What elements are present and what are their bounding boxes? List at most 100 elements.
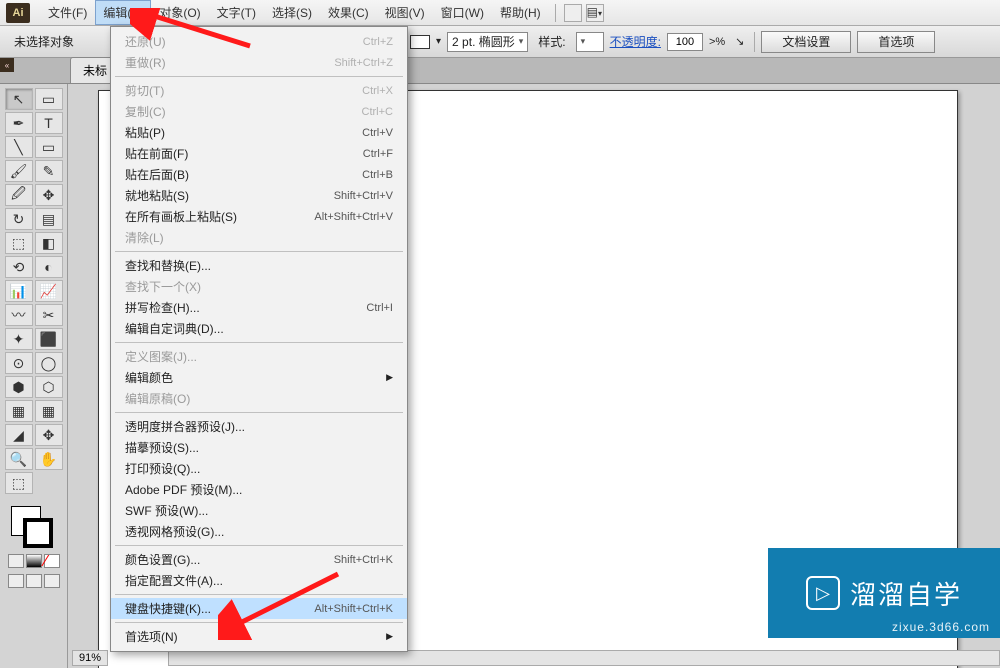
edit-menu-item-24[interactable]: Adobe PDF 预设(M)... — [111, 479, 407, 500]
edit-menu-item-12[interactable]: 查找和替换(E)... — [111, 255, 407, 276]
fill-mode-none[interactable]: ⁄ — [44, 554, 60, 568]
tool-6[interactable]: 🖌 — [5, 160, 33, 182]
menu-separator — [115, 594, 403, 595]
stroke-swatch-box[interactable] — [23, 518, 53, 548]
edit-menu-item-7[interactable]: 贴在后面(B)Ctrl+B — [111, 164, 407, 185]
fill-mode-gradient[interactable] — [26, 554, 42, 568]
menu-item-shortcut: Ctrl+X — [362, 85, 393, 97]
style-dropdown[interactable]: ▾ — [576, 32, 604, 52]
tool-22[interactable]: ⊙ — [5, 352, 33, 374]
menu-view[interactable]: 视图(V) — [377, 0, 433, 25]
horizontal-scrollbar[interactable] — [168, 650, 1000, 666]
toolbox: ↖▭✒T╲▭🖌✎🖉✥↻▤⬚◧⟲◐📊📈〰✂✦⬛⊙◯⬢⬡▦▦◢✥🔍✋⬚ ⁄ — [0, 84, 68, 668]
edit-menu-item-6[interactable]: 贴在前面(F)Ctrl+F — [111, 143, 407, 164]
no-selection-label: 未选择对象 — [10, 31, 78, 52]
tool-14[interactable]: ⟲ — [5, 256, 33, 278]
tool-29[interactable]: ✥ — [35, 424, 63, 446]
fill-mode-color[interactable] — [8, 554, 24, 568]
menu-item-label: 首选项(N) — [125, 628, 178, 645]
tool-5[interactable]: ▭ — [35, 136, 63, 158]
stroke-swatch[interactable] — [410, 35, 430, 49]
menu-separator — [115, 412, 403, 413]
tool-19[interactable]: ✂ — [35, 304, 63, 326]
edit-menu-item-26[interactable]: 透视网格预设(G)... — [111, 521, 407, 542]
document-setup-button[interactable]: 文档设置 — [761, 31, 851, 53]
opacity-unit: >% — [709, 36, 725, 48]
tool-32[interactable]: ⬚ — [5, 472, 33, 494]
menu-item-shortcut: Ctrl+C — [362, 106, 393, 118]
edit-menu-item-28[interactable]: 颜色设置(G)...Shift+Ctrl+K — [111, 549, 407, 570]
tool-31[interactable]: ✋ — [35, 448, 63, 470]
edit-menu-item-14[interactable]: 拼写检查(H)...Ctrl+I — [111, 297, 407, 318]
tool-11[interactable]: ▤ — [35, 208, 63, 230]
tool-27[interactable]: ▦ — [35, 400, 63, 422]
menu-window[interactable]: 窗口(W) — [433, 0, 492, 25]
tool-28[interactable]: ◢ — [5, 424, 33, 446]
tool-15[interactable]: ◐ — [35, 256, 63, 278]
edit-menu-item-25[interactable]: SWF 预设(W)... — [111, 500, 407, 521]
menu-help[interactable]: 帮助(H) — [492, 0, 549, 25]
menu-effect[interactable]: 效果(C) — [320, 0, 377, 25]
tool-23[interactable]: ◯ — [35, 352, 63, 374]
tool-3[interactable]: T — [35, 112, 63, 134]
fill-stroke-swatch[interactable] — [9, 504, 59, 548]
menu-item-shortcut: Ctrl+V — [362, 127, 393, 139]
edit-menu-item-9[interactable]: 在所有画板上粘贴(S)Alt+Shift+Ctrl+V — [111, 206, 407, 227]
edit-menu-item-15[interactable]: 编辑自定词典(D)... — [111, 318, 407, 339]
tool-12[interactable]: ⬚ — [5, 232, 33, 254]
tool-26[interactable]: ▦ — [5, 400, 33, 422]
edit-menu-item-22[interactable]: 描摹预设(S)... — [111, 437, 407, 458]
style-label: 样式: — [534, 31, 569, 52]
menu-item-shortcut: Alt+Shift+Ctrl+V — [314, 211, 393, 223]
menu-type[interactable]: 文字(T) — [209, 0, 264, 25]
edit-menu-item-8[interactable]: 就地粘贴(S)Shift+Ctrl+V — [111, 185, 407, 206]
menu-object[interactable]: 对象(O) — [151, 0, 208, 25]
opacity-link[interactable]: 不透明度: — [610, 33, 661, 50]
edit-menu-item-23[interactable]: 打印预设(Q)... — [111, 458, 407, 479]
pointer-tiny-icon[interactable]: ↘ — [735, 35, 744, 48]
tool-4[interactable]: ╲ — [5, 136, 33, 158]
preferences-button[interactable]: 首选项 — [857, 31, 935, 53]
menu-file[interactable]: 文件(F) — [40, 0, 95, 25]
tool-18[interactable]: 〰 — [5, 304, 33, 326]
edit-menu-item-18[interactable]: 编辑颜色▶ — [111, 367, 407, 388]
tool-16[interactable]: 📊 — [5, 280, 33, 302]
grid-icon-button[interactable] — [564, 4, 582, 22]
menu-item-label: 复制(C) — [125, 103, 166, 120]
zoom-indicator[interactable]: 91% — [72, 650, 108, 666]
menu-item-shortcut: Shift+Ctrl+V — [334, 190, 393, 202]
menu-separator — [115, 622, 403, 623]
tool-2[interactable]: ✒ — [5, 112, 33, 134]
stroke-dropdown[interactable]: 2 pt. 椭圆形▾ — [447, 32, 528, 52]
tool-10[interactable]: ↻ — [5, 208, 33, 230]
tool-0[interactable]: ↖ — [5, 88, 33, 110]
menu-item-label: 清除(L) — [125, 229, 164, 246]
edit-menu-item-33[interactable]: 首选项(N)▶ — [111, 626, 407, 647]
screen-mode-present[interactable] — [44, 574, 60, 588]
tool-17[interactable]: 📈 — [35, 280, 63, 302]
edit-menu-item-5[interactable]: 粘贴(P)Ctrl+V — [111, 122, 407, 143]
edit-menu-item-1: 重做(R)Shift+Ctrl+Z — [111, 52, 407, 73]
edit-menu-item-31[interactable]: 键盘快捷键(K)...Alt+Shift+Ctrl+K — [111, 598, 407, 619]
list-icon-button[interactable]: ▤▾ — [586, 4, 604, 22]
opacity-input[interactable] — [667, 33, 703, 51]
screen-mode-full[interactable] — [26, 574, 42, 588]
tool-21[interactable]: ⬛ — [35, 328, 63, 350]
tool-25[interactable]: ⬡ — [35, 376, 63, 398]
menu-select[interactable]: 选择(S) — [264, 0, 320, 25]
menu-item-label: 键盘快捷键(K)... — [125, 600, 211, 617]
tool-13[interactable]: ◧ — [35, 232, 63, 254]
tool-8[interactable]: 🖉 — [5, 184, 33, 206]
screen-mode-normal[interactable] — [8, 574, 24, 588]
edit-menu-item-21[interactable]: 透明度拼合器预设(J)... — [111, 416, 407, 437]
tool-7[interactable]: ✎ — [35, 160, 63, 182]
menu-edit[interactable]: 编辑(E) — [95, 0, 151, 25]
watermark-play-icon: ▷ — [806, 576, 840, 610]
tool-30[interactable]: 🔍 — [5, 448, 33, 470]
edit-menu-item-29[interactable]: 指定配置文件(A)... — [111, 570, 407, 591]
tool-1[interactable]: ▭ — [35, 88, 63, 110]
menubar: Ai 文件(F) 编辑(E) 对象(O) 文字(T) 选择(S) 效果(C) 视… — [0, 0, 1000, 26]
tool-24[interactable]: ⬢ — [5, 376, 33, 398]
tool-9[interactable]: ✥ — [35, 184, 63, 206]
tool-20[interactable]: ✦ — [5, 328, 33, 350]
